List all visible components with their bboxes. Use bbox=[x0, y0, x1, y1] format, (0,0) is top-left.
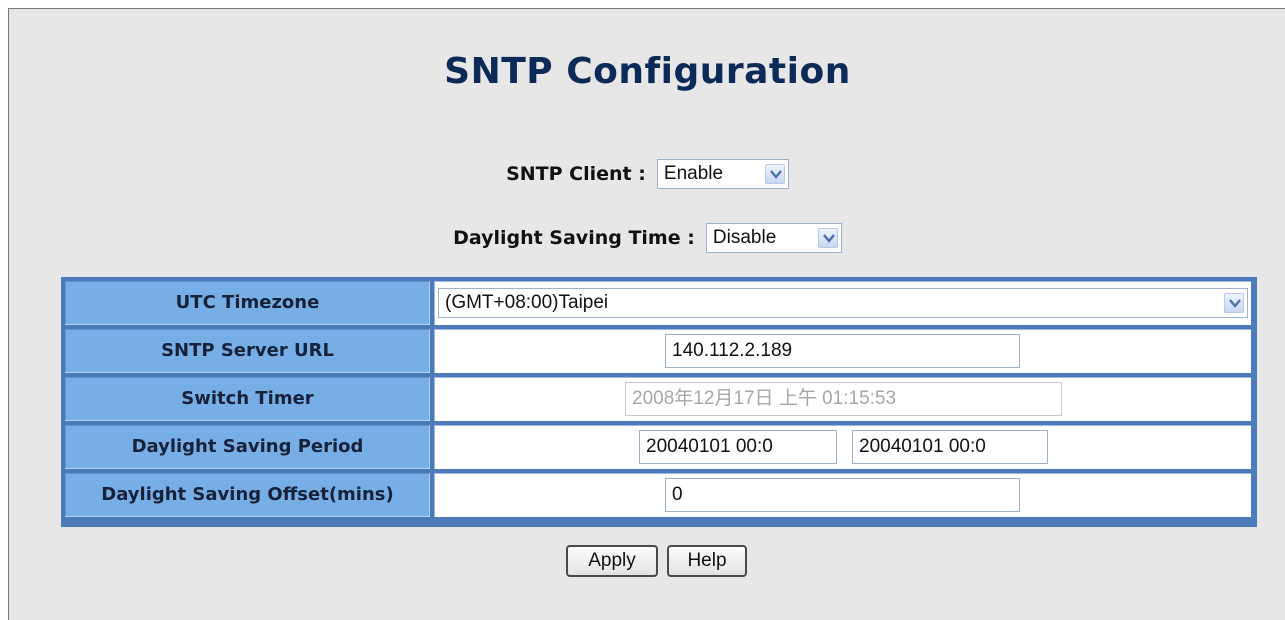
sntp-client-label: SNTP Client : bbox=[506, 163, 646, 185]
daylight-saving-period-cell: 20040101 00:0 20040101 00:0 bbox=[434, 425, 1251, 469]
sntp-server-url-input[interactable]: 140.112.2.189 bbox=[665, 334, 1020, 368]
daylight-saving-time-label: Daylight Saving Time : bbox=[453, 227, 695, 249]
sntp-client-row: SNTP Client : Enable bbox=[9, 159, 1285, 189]
daylight-saving-offset-label: Daylight Saving Offset(mins) bbox=[65, 473, 430, 517]
help-button[interactable]: Help bbox=[667, 545, 747, 577]
daylight-saving-period-start-input[interactable]: 20040101 00:0 bbox=[639, 430, 837, 464]
table-row-utc-timezone: UTC Timezone (GMT+08:00)Taipei bbox=[65, 281, 1253, 325]
daylight-saving-offset-cell: 0 bbox=[434, 473, 1251, 517]
chevron-down-icon[interactable] bbox=[817, 228, 838, 248]
utc-timezone-label: UTC Timezone bbox=[65, 281, 430, 325]
daylight-saving-time-value: Disable bbox=[712, 227, 777, 248]
switch-timer-cell: 2008年12月17日 上午 01:15:53 bbox=[434, 377, 1251, 421]
daylight-saving-time-select[interactable]: Disable bbox=[705, 223, 842, 253]
daylight-saving-period-end-input[interactable]: 20040101 00:0 bbox=[852, 430, 1048, 464]
settings-table: UTC Timezone (GMT+08:00)Taipei SNTP Serv… bbox=[61, 277, 1257, 527]
switch-timer-input: 2008年12月17日 上午 01:15:53 bbox=[625, 382, 1062, 416]
sntp-server-url-cell: 140.112.2.189 bbox=[434, 329, 1251, 373]
sntp-server-url-label: SNTP Server URL bbox=[65, 329, 430, 373]
daylight-saving-time-row: Daylight Saving Time : Disable bbox=[9, 223, 1285, 253]
table-row-sntp-server-url: SNTP Server URL 140.112.2.189 bbox=[65, 329, 1253, 373]
table-row-daylight-saving-period: Daylight Saving Period 20040101 00:0 200… bbox=[65, 425, 1253, 469]
config-panel: SNTP Configuration SNTP Client : Enable … bbox=[8, 8, 1285, 620]
daylight-saving-period-label: Daylight Saving Period bbox=[65, 425, 430, 469]
page-title: SNTP Configuration bbox=[444, 51, 851, 92]
sntp-client-value: Enable bbox=[663, 163, 724, 184]
table-row-daylight-saving-offset: Daylight Saving Offset(mins) 0 bbox=[65, 473, 1253, 517]
table-row-switch-timer: Switch Timer 2008年12月17日 上午 01:15:53 bbox=[65, 377, 1253, 421]
switch-timer-label: Switch Timer bbox=[65, 377, 430, 421]
daylight-saving-offset-input[interactable]: 0 bbox=[665, 478, 1020, 512]
chevron-down-icon[interactable] bbox=[1224, 293, 1244, 313]
apply-button[interactable]: Apply bbox=[566, 545, 658, 577]
utc-timezone-value: (GMT+08:00)Taipei bbox=[445, 292, 609, 313]
sntp-client-select[interactable]: Enable bbox=[656, 159, 789, 189]
utc-timezone-select[interactable]: (GMT+08:00)Taipei bbox=[438, 288, 1248, 318]
utc-timezone-cell: (GMT+08:00)Taipei bbox=[434, 281, 1251, 325]
chevron-down-icon[interactable] bbox=[764, 164, 785, 184]
